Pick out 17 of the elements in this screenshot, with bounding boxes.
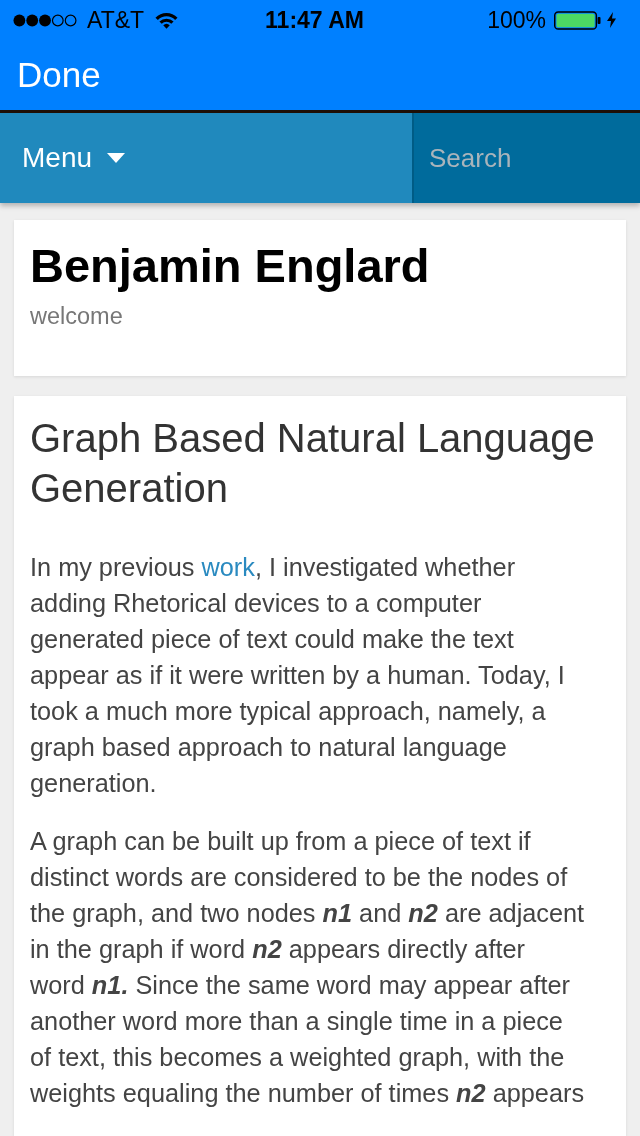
charging-bolt-icon [607, 12, 616, 28]
done-button[interactable]: Done [15, 51, 103, 99]
signal-strength-icon [13, 13, 78, 27]
menu-button[interactable]: Menu [0, 113, 412, 203]
battery-icon [554, 10, 601, 30]
caret-icon [107, 153, 126, 163]
post-title: Graph Based Natural Language Generation [30, 415, 596, 512]
post-paragraph: In my previous work, I investigated whether adding Rhetorical devices to a computer generated piece of text could make the text appear as if it were written by a human. Today, I took a much more typical approach, namely, a graph based approach to natural language generation. [30, 552, 566, 799]
search-field[interactable]: Search [412, 113, 640, 203]
wifi-icon [155, 11, 179, 29]
profile-name: Benjamin Englard [30, 238, 431, 294]
link[interactable]: work [201, 553, 255, 581]
clock-time: 11:47 AM [265, 6, 364, 34]
carrier-name: AT&T [87, 6, 145, 34]
battery-percentage: 100% [487, 6, 546, 34]
post-paragraph: A graph can be built up from a piece of text if distinct words are considered to be the nodes of the graph, and two nodes n1 and n2 are adjacent in the graph if word n2 appears directly after word n1. Since the same word may appear after another word more than a single time in a piece of text, this becomes a weighted graph, with the weights equaling the number of times n2 appears [30, 826, 586, 1109]
profile-tagline: welcome [30, 302, 124, 330]
